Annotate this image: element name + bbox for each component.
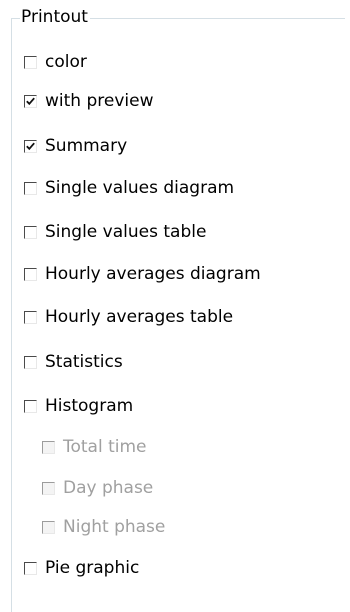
checkmark-icon xyxy=(26,142,35,150)
checkbox-label-single-values-diagram: Single values diagram xyxy=(45,178,235,198)
checkbox-row-single-values-table[interactable]: Single values table xyxy=(24,221,206,243)
checkbox-label-hourly-averages-diagram: Hourly averages diagram xyxy=(45,264,261,284)
checkbox-row-hourly-averages-diagram[interactable]: Hourly averages diagram xyxy=(24,263,261,285)
checkbox-hourly-averages-diagram[interactable] xyxy=(24,267,37,281)
checkbox-label-statistics: Statistics xyxy=(45,352,123,372)
checkbox-single-values-diagram[interactable] xyxy=(24,181,37,195)
checkbox-night-phase xyxy=(42,520,55,534)
checkbox-label-single-values-table: Single values table xyxy=(45,222,207,242)
checkbox-pie-graphic[interactable] xyxy=(24,561,37,575)
checkbox-row-histogram[interactable]: Histogram xyxy=(24,395,133,417)
checkbox-label-hourly-averages-table: Hourly averages table xyxy=(45,307,234,327)
checkbox-row-summary[interactable]: Summary xyxy=(24,135,127,157)
checkbox-label-with-preview: with preview xyxy=(45,91,154,111)
checkbox-total-time xyxy=(42,440,55,454)
checkbox-row-pie-graphic[interactable]: Pie graphic xyxy=(24,557,139,579)
checkbox-row-with-preview[interactable]: with preview xyxy=(24,90,153,112)
checkbox-row-day-phase: Day phase xyxy=(42,477,153,499)
checkbox-with-preview[interactable] xyxy=(24,94,37,108)
checkbox-label-night-phase: Night phase xyxy=(63,517,166,537)
checkbox-color[interactable] xyxy=(24,55,37,69)
checkbox-row-hourly-averages-table[interactable]: Hourly averages table xyxy=(24,306,233,328)
checkbox-statistics[interactable] xyxy=(24,355,37,369)
checkbox-label-day-phase: Day phase xyxy=(63,478,154,498)
checkbox-label-histogram: Histogram xyxy=(45,396,134,416)
checkbox-row-total-time: Total time xyxy=(42,436,147,458)
printout-group-title: Printout xyxy=(20,6,90,28)
checkbox-histogram[interactable] xyxy=(24,399,37,413)
checkbox-label-color: color xyxy=(45,52,87,72)
checkmark-icon xyxy=(26,97,35,105)
checkbox-label-total-time: Total time xyxy=(63,437,147,457)
checkbox-label-summary: Summary xyxy=(45,136,128,156)
checkbox-day-phase xyxy=(42,481,55,495)
checkbox-row-night-phase: Night phase xyxy=(42,516,165,538)
checkbox-row-statistics[interactable]: Statistics xyxy=(24,351,123,373)
checkbox-label-pie-graphic: Pie graphic xyxy=(45,558,140,578)
checkbox-row-single-values-diagram[interactable]: Single values diagram xyxy=(24,177,234,199)
checkbox-summary[interactable] xyxy=(24,139,37,153)
checkbox-hourly-averages-table[interactable] xyxy=(24,310,37,324)
checkbox-single-values-table[interactable] xyxy=(24,225,37,239)
checkbox-row-color[interactable]: color xyxy=(24,51,87,73)
